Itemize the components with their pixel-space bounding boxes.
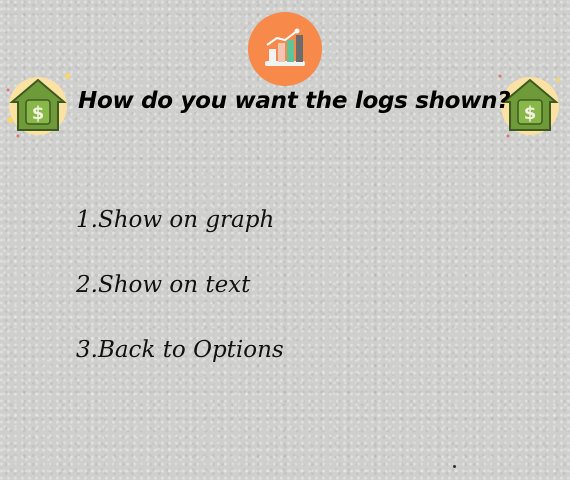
page-title: How do you want the logs shown? — [78, 88, 511, 114]
menu-item-show-on-text[interactable]: 2.Show on text — [76, 269, 284, 334]
menu: 1.Show on graph 2.Show on text 3.Back to… — [76, 204, 284, 399]
house-dollar-icon: $ — [4, 70, 71, 140]
speck — [453, 465, 456, 468]
menu-item-back-to-options[interactable]: 3.Back to Options — [76, 334, 284, 399]
menu-item-show-on-graph[interactable]: 1.Show on graph — [76, 204, 284, 269]
svg-text:$: $ — [32, 103, 45, 124]
svg-text:$: $ — [524, 103, 537, 124]
chart-logo-icon — [247, 11, 323, 87]
